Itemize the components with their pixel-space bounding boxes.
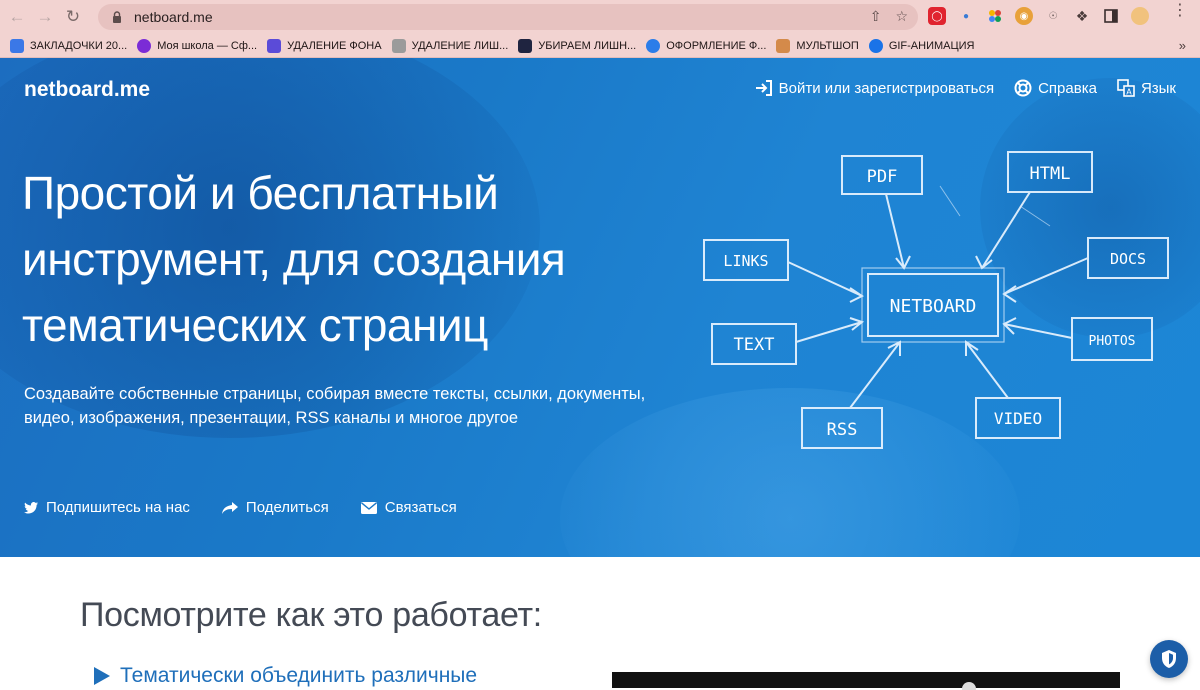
bookmark-label: УДАЛЕНИЕ ЛИШ... <box>411 39 509 52</box>
extension-icon[interactable] <box>986 7 1004 25</box>
lifebuoy-icon <box>1014 79 1032 97</box>
diagram-node-label: RSS <box>827 420 858 440</box>
extension-icon[interactable]: ◉ <box>1015 7 1033 25</box>
svg-text:A: A <box>1126 88 1132 97</box>
privacy-shield-button[interactable] <box>1150 640 1188 678</box>
diagram-node-label: VIDEO <box>994 409 1042 428</box>
share-page-icon[interactable]: ⇧ <box>870 8 882 25</box>
bookmark-item[interactable]: ОФОРМЛЕНИЕ Ф... <box>646 38 767 53</box>
shield-icon <box>1162 650 1176 668</box>
bookmark-item[interactable]: МУЛЬТШОП <box>776 38 859 53</box>
bookmark-item[interactable]: GIF-АНИМАЦИЯ <box>868 38 975 53</box>
extensions-bar: ◯ ● ◉ ☉ ❖ <box>928 7 1149 25</box>
bookmark-label: ЗАКЛАДОЧКИ 20... <box>30 39 128 52</box>
bookmark-favicon-icon <box>518 38 533 53</box>
diagram-node-label: PHOTOS <box>1089 334 1136 349</box>
diagram-center-label: NETBOARD <box>890 296 977 317</box>
diagram-node-label: LINKS <box>723 252 768 270</box>
hero-subtitle-line: видео, изображения, презентации, RSS кан… <box>24 409 519 427</box>
contact-link[interactable]: Связаться <box>360 499 457 516</box>
help-link[interactable]: Справка <box>1014 79 1097 97</box>
share-icon <box>221 501 238 514</box>
hero-subtitle-line: Создавайте собственные страницы, собирая… <box>24 385 646 403</box>
back-button[interactable]: ← <box>6 6 28 28</box>
browser-menu-icon[interactable]: ⋮ <box>1172 3 1188 19</box>
social-links: Подпишитесь на нас Поделиться Связаться <box>24 499 457 516</box>
bookmark-label: ОФОРМЛЕНИЕ Ф... <box>666 39 767 52</box>
bookmark-item[interactable]: УДАЛЕНИЕ ЛИШ... <box>391 38 509 53</box>
bookmark-item[interactable]: ЗАКЛАДОЧКИ 20... <box>10 38 128 53</box>
follow-link[interactable]: Подпишитесь на нас <box>24 499 190 516</box>
hero-title-line: инструмент, для создания <box>22 233 566 285</box>
diagram-node-label: DOCS <box>1110 250 1146 268</box>
language-link[interactable]: A Язык <box>1117 79 1176 97</box>
bookmark-item[interactable]: УДАЛЕНИЕ ФОНА <box>267 38 382 53</box>
demo-video[interactable] <box>612 672 1120 690</box>
share-link[interactable]: Поделиться <box>221 499 329 516</box>
feature-label: Тематически объединить различные <box>120 664 478 687</box>
bookmark-favicon-icon <box>776 38 791 53</box>
forward-button[interactable]: → <box>34 6 56 28</box>
side-panel-icon[interactable] <box>1102 7 1120 25</box>
login-link[interactable]: Войти или зарегистрироваться <box>755 79 994 97</box>
bookmark-favicon-icon <box>646 38 661 53</box>
language-icon: A <box>1117 79 1135 97</box>
play-triangle-icon <box>94 667 110 685</box>
hero-subtitle: Создавайте собственные страницы, собирая… <box>24 382 704 430</box>
extension-icon[interactable]: ● <box>957 7 975 25</box>
bookmark-favicon-icon <box>137 38 152 53</box>
extension-icon[interactable]: ◯ <box>928 7 946 25</box>
diagram-node-label: PDF <box>867 167 898 187</box>
netboard-diagram: NETBOARD PDF HTML LINKS DOCS TEXT PHOTOS… <box>703 151 1169 449</box>
bookmark-favicon-icon <box>267 38 282 53</box>
url-text: netboard.me <box>134 9 213 25</box>
hero-title-line: Простой и бесплатный <box>22 167 499 219</box>
globe-icon[interactable]: ☉ <box>1044 7 1062 25</box>
puzzle-icon[interactable]: ❖ <box>1073 7 1091 25</box>
bookmark-favicon-icon <box>868 38 883 53</box>
bookmark-item[interactable]: Моя школа — Сф... <box>137 38 258 53</box>
bookmark-star-icon[interactable]: ☆ <box>895 8 908 25</box>
twitter-icon <box>24 501 38 513</box>
diagram-node-label: HTML <box>1030 164 1071 184</box>
bookmark-favicon-icon <box>391 38 406 53</box>
bookmark-label: МУЛЬТШОП <box>796 39 859 52</box>
hero-section: netboard.me Войти или зарегистрироваться… <box>0 58 1200 557</box>
contact-label: Связаться <box>384 499 457 516</box>
address-bar[interactable]: netboard.me ⇧ ☆ <box>98 4 918 30</box>
feature-item[interactable]: Тематически объединить различные <box>94 664 477 688</box>
browser-toolbar: ← → ↻ netboard.me ⇧ ☆ ◯ ● ◉ ☉ ❖ ⋮ <box>0 0 1200 34</box>
bookmark-favicon-icon <box>10 38 24 53</box>
bookmark-label: Моя школа — Сф... <box>157 39 258 52</box>
bookmarks-overflow-button[interactable]: » <box>1179 38 1186 53</box>
bookmark-label: УДАЛЕНИЕ ФОНА <box>287 39 382 52</box>
envelope-icon <box>360 501 377 514</box>
hero-title: Простой и бесплатный инструмент, для соз… <box>22 160 672 358</box>
lock-icon <box>110 10 124 24</box>
top-nav: Войти или зарегистрироваться Справка A Я… <box>755 79 1176 97</box>
bookmarks-bar: ЗАКЛАДОЧКИ 20... Моя школа — Сф... УДАЛЕ… <box>0 34 1200 58</box>
share-label: Поделиться <box>245 499 329 516</box>
hero-title-line: тематических страниц <box>22 299 488 351</box>
site-logo[interactable]: netboard.me <box>24 78 150 102</box>
bookmark-label: GIF-АНИМАЦИЯ <box>888 39 975 52</box>
diagram-node-label: TEXT <box>734 335 775 355</box>
bookmark-label: УБИРАЕМ ЛИШН... <box>538 39 637 52</box>
help-label: Справка <box>1038 79 1097 97</box>
profile-avatar-icon[interactable] <box>1131 7 1149 25</box>
login-icon <box>755 80 772 96</box>
video-control-icon <box>962 682 976 690</box>
language-label: Язык <box>1140 79 1176 97</box>
login-label: Войти или зарегистрироваться <box>778 79 995 97</box>
bookmark-item[interactable]: УБИРАЕМ ЛИШН... <box>518 38 637 53</box>
how-it-works-title: Посмотрите как это работает: <box>80 596 542 634</box>
reload-button[interactable]: ↻ <box>62 6 84 28</box>
follow-label: Подпишитесь на нас <box>46 499 190 516</box>
